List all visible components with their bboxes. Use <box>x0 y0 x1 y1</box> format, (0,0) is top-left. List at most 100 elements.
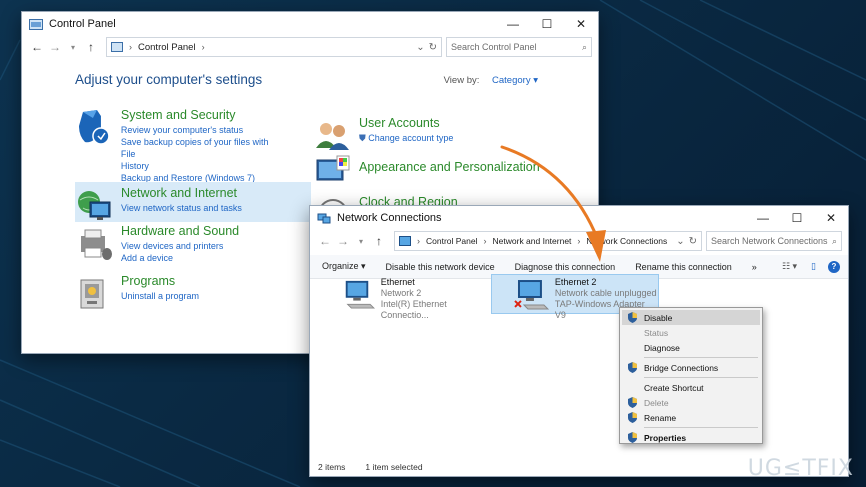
close-button[interactable]: ✕ <box>564 12 598 36</box>
link-file-history[interactable]: History <box>121 160 285 172</box>
close-button[interactable]: ✕ <box>814 206 848 230</box>
address-dropdown-icon[interactable]: ⌄ <box>676 236 684 247</box>
link-change-account-type[interactable]: ⛊ Change account type <box>359 132 453 144</box>
chevron-right-icon[interactable]: › <box>577 236 580 246</box>
breadcrumb-network-internet[interactable]: Network and Internet <box>493 236 572 246</box>
disable-device-button[interactable]: Disable this network device <box>386 262 495 272</box>
search-icon: ⌕ <box>831 235 837 246</box>
page-title: Adjust your computer's settings <box>75 72 263 87</box>
up-button[interactable]: ↑ <box>370 234 388 248</box>
search-placeholder: Search Control Panel <box>451 42 537 52</box>
link-add-device[interactable]: Add a device <box>121 252 239 264</box>
connection-name: Ethernet 2 <box>554 277 597 287</box>
connection-ethernet[interactable]: Ethernet Network 2 Intel(R) Ethernet Con… <box>342 277 490 320</box>
title-bar: Control Panel — ☐ ✕ <box>22 12 598 36</box>
address-dropdown-icon[interactable]: ⌄ <box>416 42 424 53</box>
connection-adapter: Intel(R) Ethernet Connectio... <box>380 299 447 320</box>
view-by: View by: Category ▾ <box>444 75 538 87</box>
refresh-icon[interactable]: ↻ <box>689 236 697 247</box>
diagnose-button[interactable]: Diagnose this connection <box>515 262 616 272</box>
organize-button[interactable]: Organize ▾ <box>322 261 366 272</box>
uac-shield-icon <box>625 412 640 423</box>
connection-network: Network 2 <box>380 288 422 298</box>
refresh-icon[interactable]: ↻ <box>429 42 437 53</box>
connection-name: Ethernet <box>380 277 415 287</box>
category-title[interactable]: Appearance and Personalization <box>359 160 540 174</box>
item-count: 2 items <box>318 462 346 472</box>
link-network-status[interactable]: View network status and tasks <box>121 202 242 214</box>
link-review-status[interactable]: Review your computer's status <box>121 124 285 136</box>
menu-item-diagnose[interactable]: Diagnose <box>622 340 760 355</box>
category-title[interactable]: Hardware and Sound <box>121 224 239 238</box>
menu-item-bridge[interactable]: Bridge Connections <box>622 360 760 375</box>
recent-locations-button[interactable]: ▾ <box>64 43 82 52</box>
search-input[interactable]: Search Network Connections ⌕ <box>706 231 842 251</box>
category-programs: Programs Uninstall a program <box>75 274 285 314</box>
uac-shield-icon <box>625 397 640 408</box>
recent-locations-button[interactable]: ▾ <box>352 237 370 246</box>
maximize-button[interactable]: ☐ <box>780 206 814 230</box>
category-title[interactable]: Programs <box>121 274 199 288</box>
category-title[interactable]: System and Security <box>121 108 285 122</box>
address-bar[interactable]: › Control Panel › Network and Internet ›… <box>394 231 702 251</box>
watermark-logo: UG≤TFIX <box>747 456 854 481</box>
back-button[interactable]: ← <box>28 40 46 54</box>
chevron-right-icon: › <box>417 236 420 246</box>
menu-separator <box>644 427 758 428</box>
link-uninstall-program[interactable]: Uninstall a program <box>121 290 199 302</box>
control-panel-icon <box>111 42 123 52</box>
address-row: ← → ▾ ↑ › Control Panel › Network and In… <box>310 230 848 252</box>
chevron-right-icon[interactable]: › <box>484 236 487 246</box>
programs-icon <box>80 279 104 309</box>
category-title[interactable]: User Accounts <box>359 116 453 130</box>
appearance-icon <box>316 155 350 181</box>
search-input[interactable]: Search Control Panel ⌕ <box>446 37 592 57</box>
rename-button[interactable]: Rename this connection <box>635 262 732 272</box>
forward-button[interactable]: → <box>334 234 352 248</box>
context-menu: Disable Status Diagnose Bridge Connectio… <box>619 307 763 444</box>
users-icon <box>316 123 349 150</box>
breadcrumb-control-panel[interactable]: Control Panel <box>426 236 478 246</box>
menu-item-properties[interactable]: Properties <box>622 430 760 445</box>
breadcrumb-network-connections[interactable]: Network Connections <box>586 236 667 246</box>
menu-separator <box>644 357 758 358</box>
link-devices-printers[interactable]: View devices and printers <box>121 240 239 252</box>
category-network-internet[interactable]: Network and Internet View network status… <box>75 182 311 222</box>
change-view-icon[interactable]: ☷ ▾ <box>782 261 797 272</box>
uac-shield-icon: ⛊ <box>359 133 366 143</box>
menu-item-status[interactable]: Status <box>622 325 760 340</box>
category-user-accounts: User Accounts ⛊ Change account type <box>313 116 553 156</box>
maximize-button[interactable]: ☐ <box>530 12 564 36</box>
category-title[interactable]: Network and Internet <box>121 186 242 200</box>
menu-item-disable[interactable]: Disable <box>622 310 760 325</box>
category-hardware-sound: Hardware and Sound View devices and prin… <box>75 224 285 264</box>
network-adapter-disconnected-icon <box>514 280 550 310</box>
search-icon: ⌕ <box>581 41 587 52</box>
more-commands-button[interactable]: » <box>752 262 757 272</box>
preview-pane-icon[interactable]: ▯ <box>811 261 816 272</box>
address-bar[interactable]: › Control Panel › ⌄ ↻ <box>106 37 442 57</box>
selected-count: 1 item selected <box>365 462 423 472</box>
forward-button[interactable]: → <box>46 40 64 54</box>
breadcrumb-control-panel[interactable]: Control Panel <box>138 42 196 53</box>
menu-item-delete[interactable]: Delete <box>622 395 760 410</box>
category-appearance: Appearance and Personalization <box>313 152 553 192</box>
chevron-right-icon: › <box>129 42 132 52</box>
view-by-label: View by: <box>443 75 480 86</box>
chevron-right-icon[interactable]: › <box>202 42 205 52</box>
network-connections-window: Network Connections — ☐ ✕ ← → ▾ ↑ › Cont… <box>309 205 849 477</box>
link-save-backup[interactable]: Save backup copies of your files with Fi… <box>121 136 285 160</box>
menu-item-rename[interactable]: Rename <box>622 410 760 425</box>
address-row: ← → ▾ ↑ › Control Panel › ⌄ ↻ Search Con… <box>22 36 598 58</box>
window-title: Network Connections <box>337 212 442 224</box>
minimize-button[interactable]: — <box>746 206 780 230</box>
menu-item-create-shortcut[interactable]: Create Shortcut <box>622 380 760 395</box>
back-button[interactable]: ← <box>316 234 334 248</box>
connection-status: Network cable unplugged <box>554 288 657 298</box>
menu-separator <box>644 377 758 378</box>
title-bar: Network Connections — ☐ ✕ <box>310 206 848 230</box>
up-button[interactable]: ↑ <box>82 40 100 54</box>
minimize-button[interactable]: — <box>496 12 530 36</box>
view-by-dropdown[interactable]: Category ▾ <box>492 75 538 86</box>
help-icon[interactable]: ? <box>828 260 840 273</box>
